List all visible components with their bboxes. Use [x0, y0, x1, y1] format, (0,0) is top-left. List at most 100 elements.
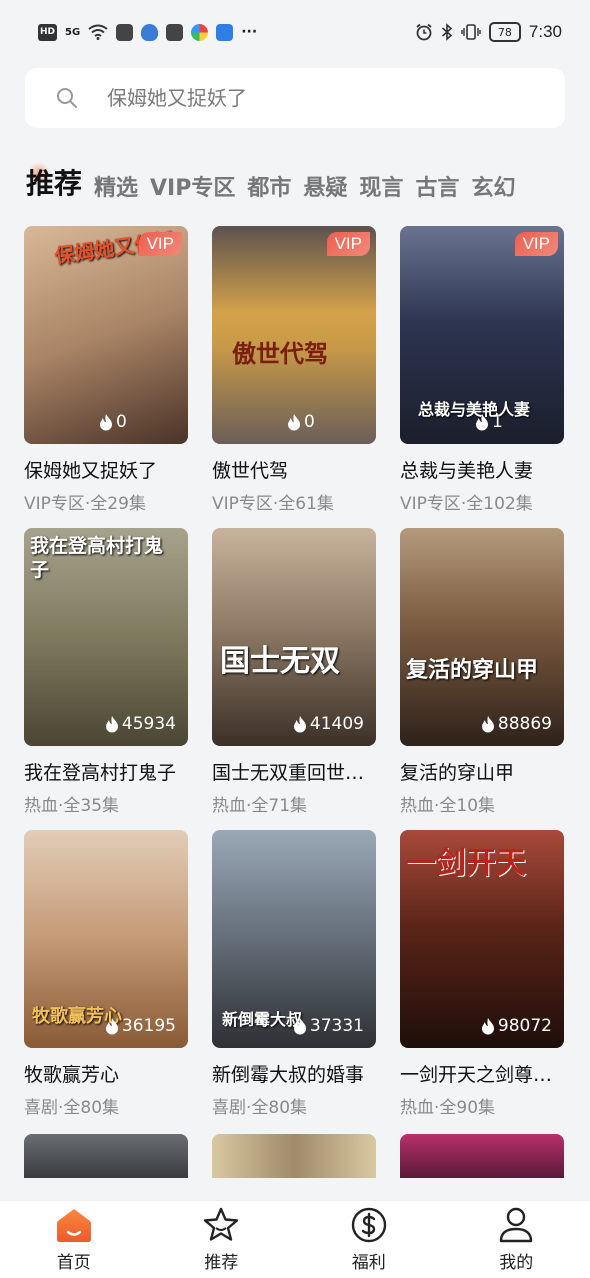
heat-count: 41409	[292, 714, 364, 734]
drama-poster[interactable]: 一剑开天 98072	[400, 830, 564, 1048]
drama-poster[interactable]	[24, 1134, 188, 1178]
poster-title-art: 我在登高村打鬼子	[30, 535, 164, 581]
drama-card[interactable]: 保姆她又作妖 VIP 0 保姆她又捉妖了 VIP专区·全29集	[24, 226, 188, 514]
heat-value: 37331	[309, 1016, 364, 1036]
heat-value: 98072	[497, 1016, 552, 1036]
status-right: 78 7:30	[415, 22, 562, 42]
drama-card-partial[interactable]	[400, 1134, 564, 1178]
drama-meta: VIP专区·全29集	[24, 494, 146, 514]
heat-count: 88869	[480, 714, 552, 734]
heat-value: 36195	[121, 1016, 176, 1036]
heat-value: 1	[492, 412, 503, 432]
fire-icon	[105, 1018, 118, 1035]
nav-label: 我的	[499, 1253, 534, 1273]
drama-meta: 热血·全71集	[212, 796, 308, 816]
drama-title[interactable]: 总裁与美艳人妻	[400, 456, 564, 483]
drama-card-partial[interactable]	[24, 1134, 188, 1178]
wifi-icon	[88, 24, 108, 40]
heat-count: 37331	[292, 1016, 364, 1036]
category-tabs: 推荐 精选 VIP专区 都市 悬疑 现言 古言 玄幻	[0, 160, 590, 214]
tab-recommend[interactable]: 推荐	[26, 162, 82, 214]
drama-title[interactable]: 保姆她又捉妖了	[24, 456, 188, 483]
drama-card[interactable]: 一剑开天 98072 一剑开天之剑尊归来 热血·全90集	[400, 830, 564, 1118]
bluetooth-icon	[441, 23, 453, 41]
message-app-icon	[116, 23, 134, 41]
tab-fantasy[interactable]: 玄幻	[471, 170, 515, 214]
nav-home[interactable]: 首页	[24, 1206, 124, 1273]
drama-title[interactable]: 国士无双重回世界之巅	[212, 758, 376, 785]
tab-modern-romance[interactable]: 现言	[359, 170, 403, 214]
drama-poster[interactable]: 牧歌赢芳心 36195	[24, 830, 188, 1048]
drama-poster[interactable]: 保姆她又作妖 VIP 0	[24, 226, 188, 444]
drama-title[interactable]: 复活的穿山甲	[400, 758, 564, 785]
drama-card-partial[interactable]	[212, 1134, 376, 1178]
heat-value: 88869	[497, 714, 552, 734]
fire-icon	[293, 716, 306, 733]
nav-welfare[interactable]: 福利	[319, 1206, 419, 1273]
heat-count: 98072	[480, 1016, 552, 1036]
nav-recommend[interactable]: 推荐	[171, 1206, 271, 1273]
drama-poster[interactable]: 总裁与美艳人妻 VIP 1	[400, 226, 564, 444]
drama-poster[interactable]: 复活的穿山甲 88869	[400, 528, 564, 746]
heat-count: 1	[474, 412, 503, 432]
nav-profile[interactable]: 我的	[466, 1206, 566, 1273]
poster-title-art: 一剑开天	[406, 846, 526, 881]
drama-title[interactable]: 一剑开天之剑尊归来	[400, 1060, 564, 1087]
clock: 7:30	[528, 22, 562, 41]
drama-card[interactable]: 新倒霉大叔 37331 新倒霉大叔的婚事 喜剧·全80集	[212, 830, 376, 1118]
drama-card[interactable]: 傲世代驾 VIP 0 傲世代驾 VIP专区·全61集	[212, 226, 376, 514]
drama-title[interactable]: 牧歌赢芳心	[24, 1060, 188, 1087]
drama-title[interactable]: 新倒霉大叔的婚事	[212, 1060, 376, 1087]
drama-card[interactable]: 国士无双 41409 国士无双重回世界之巅 热血·全71集	[212, 528, 376, 816]
star-icon	[204, 1207, 239, 1241]
drama-title[interactable]: 我在登高村打鬼子	[24, 758, 188, 785]
poster-title-art: 傲世代驾	[232, 340, 328, 368]
drama-title[interactable]: 傲世代驾	[212, 456, 376, 483]
search-bar[interactable]	[25, 68, 565, 128]
drama-card[interactable]: 牧歌赢芳心 36195 牧歌赢芳心 喜剧·全80集	[24, 830, 188, 1118]
fire-icon	[476, 414, 488, 431]
user-icon	[500, 1207, 533, 1243]
drama-card[interactable]: 总裁与美艳人妻 VIP 1 总裁与美艳人妻 VIP专区·全102集	[400, 226, 564, 514]
tab-featured[interactable]: 精选	[94, 170, 138, 214]
search-icon	[57, 88, 77, 108]
tab-vip[interactable]: VIP专区	[150, 170, 235, 214]
drama-meta: 喜剧·全80集	[24, 1098, 120, 1118]
drama-card[interactable]: 我在登高村打鬼子 45934 我在登高村打鬼子 热血·全35集	[24, 528, 188, 816]
tab-ancient-romance[interactable]: 古言	[415, 170, 459, 214]
drama-poster[interactable]: 新倒霉大叔 37331	[212, 830, 376, 1048]
drama-poster[interactable]	[212, 1134, 376, 1178]
shield-app-icon	[141, 23, 159, 41]
drama-poster[interactable]	[400, 1134, 564, 1178]
fire-icon	[481, 716, 494, 733]
drama-poster[interactable]: 国士无双 41409	[212, 528, 376, 746]
heat-count: 0	[98, 412, 127, 432]
poster-title-art: 新倒霉大叔	[222, 1010, 303, 1029]
bottom-nav: 首页 推荐 福利 我的	[0, 1200, 590, 1278]
drama-poster[interactable]: 我在登高村打鬼子 45934	[24, 528, 188, 746]
drama-meta: VIP专区·全102集	[400, 494, 533, 514]
drama-meta: 喜剧·全80集	[212, 1098, 308, 1118]
hd-badge: HD	[38, 23, 58, 41]
search-input[interactable]	[107, 86, 527, 110]
tab-urban[interactable]: 都市	[247, 170, 291, 214]
fire-icon	[100, 414, 112, 431]
browser-app-icon	[191, 23, 209, 41]
drama-meta: 热血·全35集	[24, 796, 120, 816]
battery-indicator: 78	[488, 22, 521, 42]
drama-poster[interactable]: 傲世代驾 VIP 0	[212, 226, 376, 444]
vibrate-icon	[461, 24, 481, 40]
status-bar: HD 5G ··· 78 7:30	[0, 0, 590, 64]
vip-badge: VIP	[326, 232, 370, 256]
nav-label: 推荐	[204, 1253, 239, 1273]
tab-suspense[interactable]: 悬疑	[303, 170, 347, 214]
drama-meta: VIP专区·全61集	[212, 494, 334, 514]
fire-icon	[481, 1018, 494, 1035]
drama-card[interactable]: 复活的穿山甲 88869 复活的穿山甲 热血·全10集	[400, 528, 564, 816]
alarm-icon	[416, 23, 432, 41]
message-app-icon-2	[166, 23, 184, 41]
vip-badge: VIP	[138, 232, 182, 256]
heat-value: 41409	[309, 714, 364, 734]
home-icon	[56, 1209, 91, 1242]
dollar-coin-icon	[351, 1207, 386, 1243]
